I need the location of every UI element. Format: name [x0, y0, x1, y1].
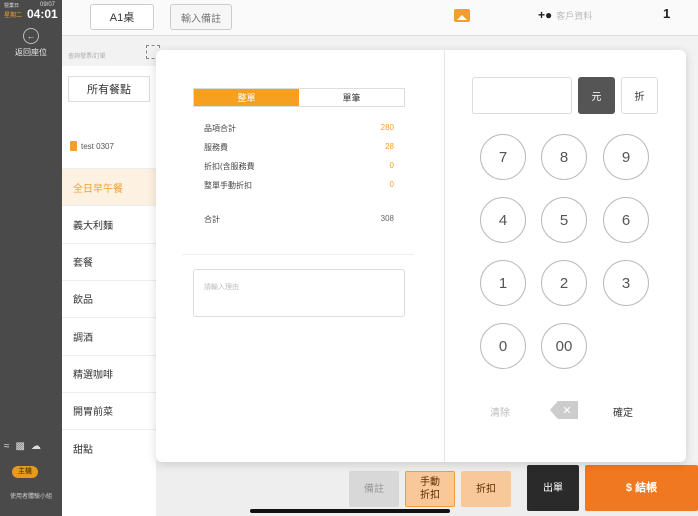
top-bar: A1桌 輸入備註 +● 客戶資料 1 — [62, 0, 698, 36]
summary-label: 品項合計 — [204, 124, 236, 133]
status-icons: ≈ ▩ ☁ — [4, 441, 41, 452]
summary-divider — [182, 254, 414, 255]
clock: 04:01 — [27, 7, 58, 21]
summary-value: 0 — [389, 161, 394, 170]
amount-field[interactable] — [472, 77, 572, 114]
checkout-button[interactable]: 出單 — [527, 465, 579, 511]
search-input[interactable]: 查詢發票/訂單 — [62, 42, 152, 66]
weekday: 星期二 — [4, 13, 23, 19]
total-label: 合計 — [204, 215, 220, 224]
summary-row: 品項合計 280 — [204, 123, 394, 134]
category-item[interactable]: 義大利麵 — [62, 205, 156, 243]
keypad-key[interactable]: 1 — [480, 260, 526, 306]
keypad-key[interactable]: 2 — [541, 260, 587, 306]
keypad-key[interactable]: 7 — [480, 134, 526, 180]
keypad-key[interactable]: 3 — [603, 260, 649, 306]
note-action-button[interactable]: 備註 — [349, 471, 399, 507]
customer-label: 客戶資料 — [556, 11, 593, 21]
keypad-key[interactable]: 6 — [603, 197, 649, 243]
cloud-icon: ☁ — [30, 441, 41, 452]
unit-yuan-button[interactable]: 元 — [578, 77, 615, 114]
all-meals-button[interactable]: 所有餐點 — [68, 76, 150, 102]
menu-name: test 0307 — [81, 141, 114, 151]
category-item[interactable]: 全日早午餐 — [62, 168, 156, 205]
printer-icon: ▩ — [15, 441, 25, 452]
summary-label: 整單手動折扣 — [204, 181, 252, 190]
keypad-key[interactable]: 0 — [480, 323, 526, 369]
customer-info[interactable]: +● 客戶資料 — [538, 8, 592, 22]
dialog-divider — [444, 50, 445, 462]
summary-row: 整單手動折扣 0 — [204, 180, 394, 191]
scope-single-item[interactable]: 單筆 — [299, 89, 404, 106]
summary-value: 0 — [389, 180, 394, 189]
summary-label: 服務費 — [204, 143, 228, 152]
image-icon[interactable] — [454, 9, 470, 22]
table-button[interactable]: A1桌 — [90, 4, 154, 30]
summary-value: 280 — [380, 123, 394, 132]
reason-input[interactable]: 請輸入理由 — [193, 269, 405, 317]
discount-button[interactable]: 折扣 — [461, 471, 511, 507]
summary-row: 服務費 28 — [204, 142, 394, 153]
keypad-key[interactable]: 9 — [603, 134, 649, 180]
confirm-button[interactable]: 確定 — [613, 404, 633, 419]
menu-selector[interactable]: test 0307 — [70, 141, 114, 151]
category-item[interactable]: 套餐 — [62, 242, 156, 280]
wifi-icon: ≈ — [4, 441, 10, 452]
category-item[interactable]: 甜點 — [62, 429, 156, 467]
business-day-label: 營業日 — [4, 3, 20, 9]
pay-button[interactable]: $ 結帳 — [585, 465, 698, 511]
category-item[interactable]: 飲品 — [62, 279, 156, 317]
summary-value: 28 — [385, 142, 394, 151]
document-icon — [70, 141, 77, 151]
scope-whole-order[interactable]: 整單 — [194, 89, 299, 106]
category-item[interactable]: 調酒 — [62, 317, 156, 355]
guest-count[interactable]: 1 — [663, 6, 670, 21]
keypad-key[interactable]: 5 — [541, 197, 587, 243]
unit-percent-off-button[interactable]: 折 — [621, 77, 658, 114]
add-person-icon: +● — [538, 8, 553, 22]
category-item[interactable]: 精選咖啡 — [62, 354, 156, 392]
total-row: 合計 308 — [204, 214, 394, 225]
keypad-key[interactable]: 8 — [541, 134, 587, 180]
summary-row: 折扣(含服務費 0 — [204, 161, 394, 172]
manual-discount-button[interactable]: 手動 折扣 — [405, 471, 455, 507]
category-item[interactable]: 開胃前菜 — [62, 391, 156, 429]
summary-label: 折扣(含服務費 — [204, 162, 255, 171]
total-value: 308 — [380, 214, 394, 223]
keypad-key[interactable]: 00 — [541, 323, 587, 369]
discount-scope-toggle: 整單 單筆 — [193, 88, 405, 107]
keypad-key[interactable]: 4 — [480, 197, 526, 243]
back-icon[interactable]: ← — [23, 28, 39, 44]
host-badge: 主機 — [12, 466, 38, 478]
clear-button[interactable]: 清除 — [490, 404, 510, 419]
left-rail: 營業日 09/07 星期二 04:01 ← 返回座位 ≈ ▩ ☁ 主機 使用者體… — [0, 0, 62, 516]
back-to-seats-label[interactable]: 返回座位 — [0, 47, 62, 58]
user-name: 使用者體驗小組 — [9, 494, 52, 500]
home-indicator — [250, 509, 450, 513]
note-button[interactable]: 輸入備註 — [170, 4, 232, 30]
